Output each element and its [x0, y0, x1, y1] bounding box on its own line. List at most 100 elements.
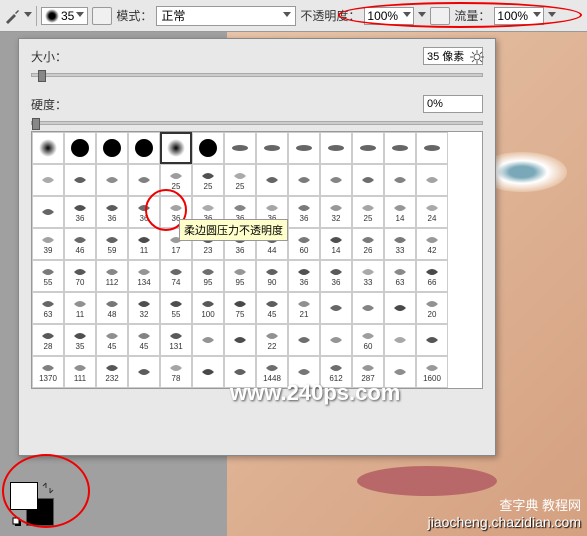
brush-preset[interactable] [384, 292, 416, 324]
brush-preset[interactable]: 63 [32, 292, 64, 324]
brush-preset[interactable] [384, 132, 416, 164]
brush-preset[interactable]: 45 [128, 324, 160, 356]
brush-preset[interactable]: 39 [32, 228, 64, 260]
brush-preset[interactable] [128, 388, 160, 389]
brush-preset[interactable] [352, 132, 384, 164]
brush-preset[interactable]: 36 [320, 260, 352, 292]
brush-preset[interactable]: 33 [352, 260, 384, 292]
brush-preset[interactable]: 42 [416, 228, 448, 260]
brush-preset[interactable]: 35 [64, 324, 96, 356]
brush-preset[interactable]: 25 [160, 164, 192, 196]
brush-preset[interactable] [96, 132, 128, 164]
brush-preset[interactable]: 1600 [416, 356, 448, 388]
brush-preset[interactable]: 46 [64, 228, 96, 260]
tool-preset-dropdown[interactable] [24, 12, 32, 20]
brush-preset[interactable] [352, 164, 384, 196]
brush-preset[interactable] [192, 132, 224, 164]
brush-preset[interactable]: 1370 [32, 356, 64, 388]
brush-preset[interactable]: 66 [416, 260, 448, 292]
brush-preset[interactable]: 33 [384, 228, 416, 260]
hardness-input[interactable] [423, 95, 483, 113]
swap-colors-icon[interactable] [42, 482, 54, 494]
flow-dropdown[interactable] [548, 12, 556, 20]
brush-preset[interactable]: 232 [96, 356, 128, 388]
brush-preset[interactable] [384, 164, 416, 196]
brush-preset[interactable] [384, 324, 416, 356]
brush-preset[interactable]: 70 [64, 260, 96, 292]
brush-preset[interactable]: 14 [320, 228, 352, 260]
brush-preset[interactable]: 48 [96, 292, 128, 324]
brush-preset[interactable]: 28 [32, 324, 64, 356]
brush-preset[interactable]: 74 [160, 260, 192, 292]
brush-preset[interactable] [320, 324, 352, 356]
brush-preset[interactable]: 25 [224, 164, 256, 196]
brush-preset[interactable]: 111 [64, 356, 96, 388]
brush-preset[interactable]: 11 [128, 228, 160, 260]
brush-preset[interactable]: 45 [96, 324, 128, 356]
hardness-slider[interactable] [31, 121, 483, 125]
brush-preset[interactable]: 36 [96, 196, 128, 228]
brush-preset[interactable] [224, 132, 256, 164]
brush-preset[interactable]: 55 [32, 260, 64, 292]
brush-preset[interactable]: 11 [64, 292, 96, 324]
brush-preset[interactable]: 36 [128, 196, 160, 228]
brush-preset[interactable] [288, 164, 320, 196]
default-colors-icon[interactable] [12, 516, 22, 526]
brush-preset[interactable] [96, 164, 128, 196]
brush-preset[interactable]: 26 [352, 228, 384, 260]
brush-preset[interactable] [256, 164, 288, 196]
brush-preset[interactable]: 36 [288, 260, 320, 292]
brush-preset[interactable] [256, 132, 288, 164]
brush-preset[interactable]: 55 [160, 292, 192, 324]
brush-preset[interactable] [32, 196, 64, 228]
brush-preset[interactable]: 14 [384, 196, 416, 228]
brush-preset[interactable]: 60 [352, 324, 384, 356]
brush-preset[interactable]: 131 [160, 324, 192, 356]
brush-preset[interactable]: 95 [192, 260, 224, 292]
brush-preset[interactable]: 22 [256, 324, 288, 356]
brush-preset[interactable]: 21 [288, 292, 320, 324]
opacity-input[interactable]: 100% [364, 7, 414, 25]
brush-preset[interactable]: 63 [384, 260, 416, 292]
brush-preset[interactable]: 25 [192, 164, 224, 196]
brush-preset[interactable]: 100 [192, 292, 224, 324]
brush-preset[interactable]: 32 [320, 196, 352, 228]
blend-mode-select[interactable]: 正常 [156, 6, 296, 26]
brush-preset[interactable] [32, 164, 64, 196]
brush-preset[interactable] [224, 324, 256, 356]
brush-preset[interactable] [64, 132, 96, 164]
brush-preset[interactable] [192, 324, 224, 356]
brush-preset[interactable] [192, 388, 224, 389]
brush-preset[interactable]: 60 [288, 228, 320, 260]
brush-preset[interactable] [64, 164, 96, 196]
brush-preset[interactable]: 90 [256, 260, 288, 292]
brush-preset[interactable]: 32 [128, 292, 160, 324]
brush-preset[interactable] [416, 324, 448, 356]
brush-preset[interactable] [320, 164, 352, 196]
brush-preset[interactable]: 134 [128, 260, 160, 292]
brush-preset[interactable]: 78 [160, 356, 192, 388]
brush-preset[interactable] [128, 132, 160, 164]
brush-preset[interactable] [32, 132, 64, 164]
brush-preset[interactable]: 24 [416, 196, 448, 228]
brush-preset-picker[interactable]: 35 [41, 7, 88, 25]
brush-preset[interactable]: 45 [256, 292, 288, 324]
brush-preset[interactable]: 59 [96, 228, 128, 260]
brush-preset[interactable] [416, 132, 448, 164]
brush-preset[interactable]: 95 [224, 260, 256, 292]
brush-preset[interactable]: 20 [416, 292, 448, 324]
brush-preset[interactable] [352, 292, 384, 324]
brush-preset[interactable]: 36 [288, 196, 320, 228]
brush-preset[interactable] [288, 132, 320, 164]
brush-preset[interactable]: 2047 [160, 388, 192, 389]
brush-preset[interactable] [96, 388, 128, 389]
brush-preset[interactable]: 25 [352, 196, 384, 228]
brush-preset[interactable] [128, 164, 160, 196]
brush-panel-toggle[interactable] [92, 7, 112, 25]
brush-preset[interactable] [320, 132, 352, 164]
brush-preset[interactable]: 944 [32, 388, 64, 389]
brush-preset[interactable] [192, 356, 224, 388]
brush-preset[interactable]: 75 [224, 292, 256, 324]
brush-preset[interactable] [160, 132, 192, 164]
flow-input[interactable]: 100% [494, 7, 544, 25]
